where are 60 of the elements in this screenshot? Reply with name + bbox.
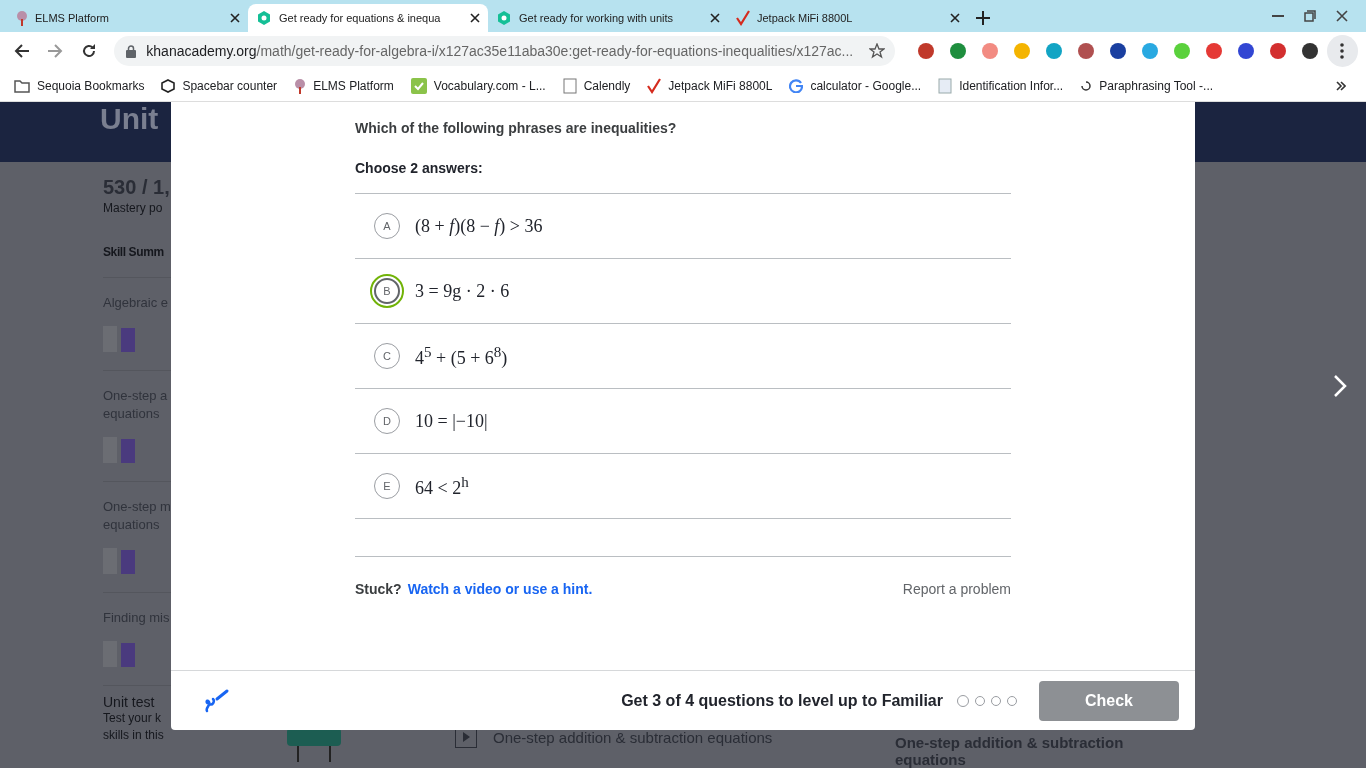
stuck-label: Stuck? [355,581,402,597]
unit-test-text: skills in this [103,727,164,744]
choice-expression[interactable]: 64 < 2$^{h}$ [415,473,469,499]
address-bar[interactable]: khanacademy.org/math/get-ready-for-algebra-i/x127ac35e11aba30e:get-ready-for-equations-inequalities/x127ac... [114,36,895,66]
bookmark-link[interactable]: Sequoia Bookmarks [14,78,145,93]
close-icon[interactable] [950,13,960,23]
back-arrow-icon [13,43,30,59]
document-icon [938,77,953,94]
reload-icon [80,43,97,59]
swirl-icon [1080,79,1093,92]
minimize-icon [1272,15,1284,17]
kebab-menu-icon [1340,43,1345,59]
tree-icon [16,10,28,26]
browser-tab[interactable]: Jetpack MiFi 8800L [728,4,968,32]
folder-icon [14,78,30,93]
double-chevron-icon [1336,80,1346,91]
unit-test-text: Test your k [103,710,162,727]
page-icon [562,77,577,94]
restore-icon [1304,10,1316,22]
bookmark-link[interactable]: Vocabulary.com - L... [410,77,546,94]
checkmark-square-icon [410,77,427,94]
choice-expression[interactable]: 3 = 9g · 2 · 6 [415,280,510,302]
browser-tab[interactable]: Get ready for equations & inequa [248,4,488,32]
hexagon-logo-icon [256,10,272,26]
lock-icon [126,44,137,58]
tree-icon [294,77,307,94]
bookmark-link[interactable]: Paraphrasing Tool -... [1080,78,1214,93]
mastery-caption: Mastery po [103,201,164,215]
question-text: Which of the following phrases are inequalities? [355,120,678,136]
instruction-text: Choose 2 answers: [355,160,1011,194]
menu-button[interactable] [1326,35,1358,67]
bookmark-link[interactable]: Spacebar counter [161,78,278,93]
unit-heading: Unit [100,104,159,134]
browser-tab[interactable]: Get ready for working with units [488,4,728,32]
choice-expression[interactable]: 4$^{5}$ + (5 + 6$^{8}$) [415,343,508,369]
bookmark-link[interactable]: Identification Infor... [938,77,1064,94]
report-link[interactable]: Report a problem [902,581,1011,597]
bookmark-link[interactable]: calculator - Google... [789,78,922,93]
checkmark-icon [647,77,662,94]
close-icon [1336,10,1348,22]
choice-radio[interactable]: B [370,274,404,308]
bookmark-link[interactable]: ELMS Platform [294,77,394,94]
browser-tab[interactable]: ELMS Platform [8,4,248,32]
progress-text: Get 3 of 4 questions to level up to Familiar [621,691,943,710]
close-icon[interactable] [470,13,480,23]
star-icon[interactable] [868,43,885,59]
close-icon[interactable] [710,13,720,23]
choice-expression[interactable]: 10 = |−10| [415,410,488,432]
hexagon-logo-icon [496,10,512,26]
bookmark-link[interactable]: Calendly [562,77,631,94]
google-g-icon [789,78,804,93]
choice-expression[interactable]: (8 + f)(8 − f) > 36 [415,215,543,237]
url-text: khanacademy.org/math/get-ready-for-algebra-i/x127ac35e11aba30e:get-ready-for-equations-inequalities/x127ac... [146,43,855,59]
cube-icon [161,78,176,93]
forward-arrow-icon [47,43,64,59]
close-icon[interactable] [230,13,240,23]
hint-link[interactable]: Watch a video or use a hint. [407,581,593,597]
checkmark-icon [736,10,750,26]
unit-test-title: Unit test [103,694,155,710]
bookmark-link[interactable]: Jetpack MiFi 8800L [647,77,773,94]
